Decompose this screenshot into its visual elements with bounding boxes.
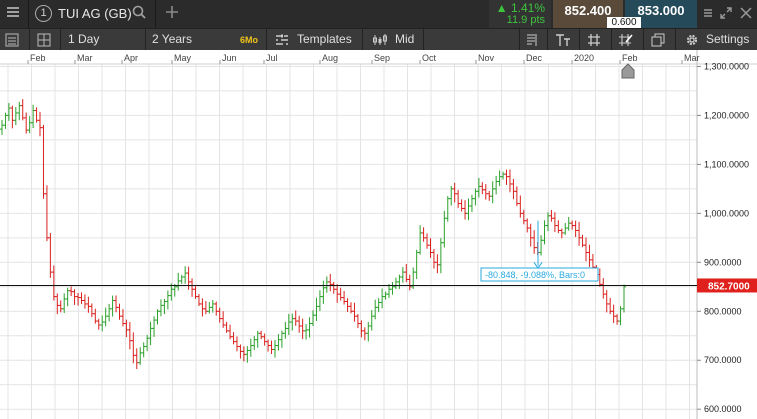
templates-button[interactable]: Templates: [297, 29, 352, 51]
x-tick-label: Mar: [684, 53, 700, 63]
range-badge[interactable]: 6Mo: [240, 34, 258, 46]
pin-icon[interactable]: [700, 4, 716, 24]
x-tick-label: May: [174, 53, 192, 63]
x-tick-label: Jun: [222, 53, 237, 63]
price-type-selector[interactable]: Mid: [395, 29, 414, 51]
change-percent: ▲ 1.41%: [495, 1, 545, 15]
y-tick-label: 1,100.0000: [704, 159, 749, 169]
x-tick-label: Aug: [322, 53, 338, 63]
instrument-name[interactable]: TUI AG (GB): [58, 5, 132, 22]
candle-icon[interactable]: [372, 29, 390, 51]
grid-icon[interactable]: [587, 29, 603, 51]
y-tick-label: 900.0000: [704, 257, 742, 267]
y-tick-label: 600.0000: [704, 404, 742, 414]
y-tick-label: 800.0000: [704, 306, 742, 316]
y-tick-label: 1,000.0000: [704, 208, 749, 218]
expand-icon[interactable]: [718, 4, 734, 24]
layout-icon[interactable]: [37, 29, 55, 51]
x-tick-label: Apr: [124, 53, 138, 63]
settings-button[interactable]: Settings: [706, 29, 749, 51]
search-icon[interactable]: [129, 4, 149, 24]
y-tick-label: 1,300.0000: [704, 61, 749, 71]
add-tab-icon[interactable]: [162, 4, 182, 24]
chart-canvas[interactable]: Feb Mar Apr May Jun Jul Aug Sep Oct Nov Dec 2020 Feb…: [0, 50, 757, 419]
price-chart[interactable]: Feb Mar Apr May Jun Jul Aug Sep Oct Nov Dec 2020 Feb…: [0, 50, 757, 419]
x-tick-label: Nov: [478, 53, 495, 63]
notes-icon[interactable]: [525, 29, 541, 51]
x-tick-label: Oct: [422, 53, 437, 63]
x-tick-label: Mar: [77, 53, 93, 63]
instrument-header: 1 TUI AG (GB) ▲ 1.41% 11.9 pts 852.400 8…: [0, 0, 757, 29]
x-tick-label: Feb: [30, 53, 46, 63]
buy-price: 853.000: [637, 3, 685, 18]
menu-icon[interactable]: [2, 4, 24, 24]
y-tick-label: 700.0000: [704, 355, 742, 365]
x-tick-label: 2020: [574, 53, 594, 63]
copy-window-icon[interactable]: [651, 29, 667, 51]
x-tick-label: Dec: [526, 53, 543, 63]
interval-selector[interactable]: 1 Day: [68, 29, 99, 51]
x-tick-label: Feb: [622, 53, 638, 63]
daily-change: ▲ 1.41% 11.9 pts: [489, 0, 551, 28]
y-tick-label: 1,200.0000: [704, 110, 749, 120]
x-tick-label: Sep: [374, 53, 390, 63]
close-icon[interactable]: [738, 4, 754, 24]
gear-icon[interactable]: [685, 29, 701, 51]
sell-price: 852.400: [564, 3, 612, 18]
templates-icon[interactable]: [275, 29, 291, 51]
x-tick-label: Jul: [266, 53, 278, 63]
range-selector[interactable]: 2 Years: [152, 29, 192, 51]
text-size-icon[interactable]: [555, 29, 573, 51]
instrument-index: 1: [35, 5, 52, 22]
list-icon[interactable]: [5, 29, 23, 51]
measure-label: -80.848, -9.088%, Bars:0: [485, 270, 585, 280]
change-points: 11.9 pts: [506, 14, 545, 26]
draw-tool-icon[interactable]: [618, 29, 636, 51]
chart-toolbar: 1 Day 2 Years 6Mo Templates Mid Settings: [0, 28, 757, 51]
current-price-label: 852.7000: [708, 281, 750, 292]
